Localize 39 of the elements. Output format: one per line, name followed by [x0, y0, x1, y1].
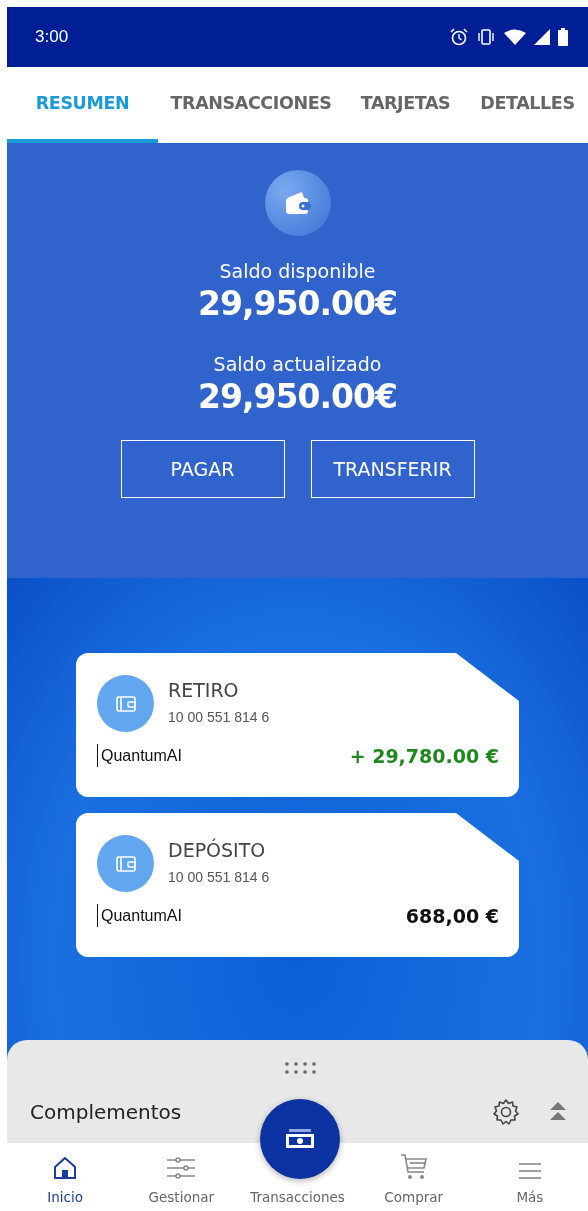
nav-item[interactable]: Más [471, 1143, 588, 1211]
nav-item[interactable]: Gestionar [123, 1143, 240, 1211]
account-number: 10 00 551 814 6 [168, 869, 270, 885]
pay-button[interactable]: PAGAR [120, 440, 285, 498]
cart-icon [399, 1153, 428, 1181]
account-name: DEPÓSITO [168, 839, 267, 861]
expand-icon[interactable] [550, 1102, 566, 1122]
tab[interactable]: DETALLES [467, 67, 588, 143]
account-amount: 688,00 € [405, 904, 499, 927]
home-icon [52, 1155, 79, 1181]
balance-label: Saldo actualizado [213, 353, 382, 375]
drag-handle-icon[interactable] [285, 1062, 317, 1074]
balance-amount: 29,950.00€ [198, 284, 397, 323]
signal-icon [534, 29, 550, 45]
tab[interactable]: TRANSACCIONES [158, 67, 344, 143]
battery-icon [558, 28, 568, 46]
tab[interactable]: TARJETAS [344, 67, 467, 143]
nav-item[interactable]: Inicio [7, 1143, 124, 1211]
menu-icon [518, 1161, 541, 1181]
brand-logo: QuantumAI [97, 744, 184, 767]
sheet-title: Complementos [30, 1100, 182, 1124]
account-name: RETIRO [168, 679, 240, 701]
wallet-icon [283, 190, 312, 216]
balance-label: Saldo disponible [219, 260, 376, 282]
account-card[interactable]: DEPÓSITO 10 00 551 814 6 QuantumAI 688,00 € [76, 813, 519, 957]
vibrate-icon [476, 28, 496, 46]
wifi-icon [504, 29, 526, 45]
account-number: 10 00 551 814 6 [168, 709, 270, 725]
balance-amount: 29,950.00€ [198, 377, 397, 416]
settings-icon[interactable] [492, 1098, 520, 1126]
nav-item[interactable]: Comprar [355, 1143, 472, 1211]
alarm-icon [450, 28, 468, 46]
cash-icon [285, 1128, 315, 1150]
account-card[interactable]: RETIRO 10 00 551 814 6 QuantumAI + 29,780.00 € [76, 653, 519, 797]
account-amount: + 29,780.00 € [349, 744, 499, 767]
brand-logo: QuantumAI [97, 904, 184, 927]
transfer-button[interactable]: TRANSFERIR [310, 440, 475, 498]
sliders-icon [166, 1155, 197, 1181]
status-time: 3:00 [35, 27, 69, 47]
